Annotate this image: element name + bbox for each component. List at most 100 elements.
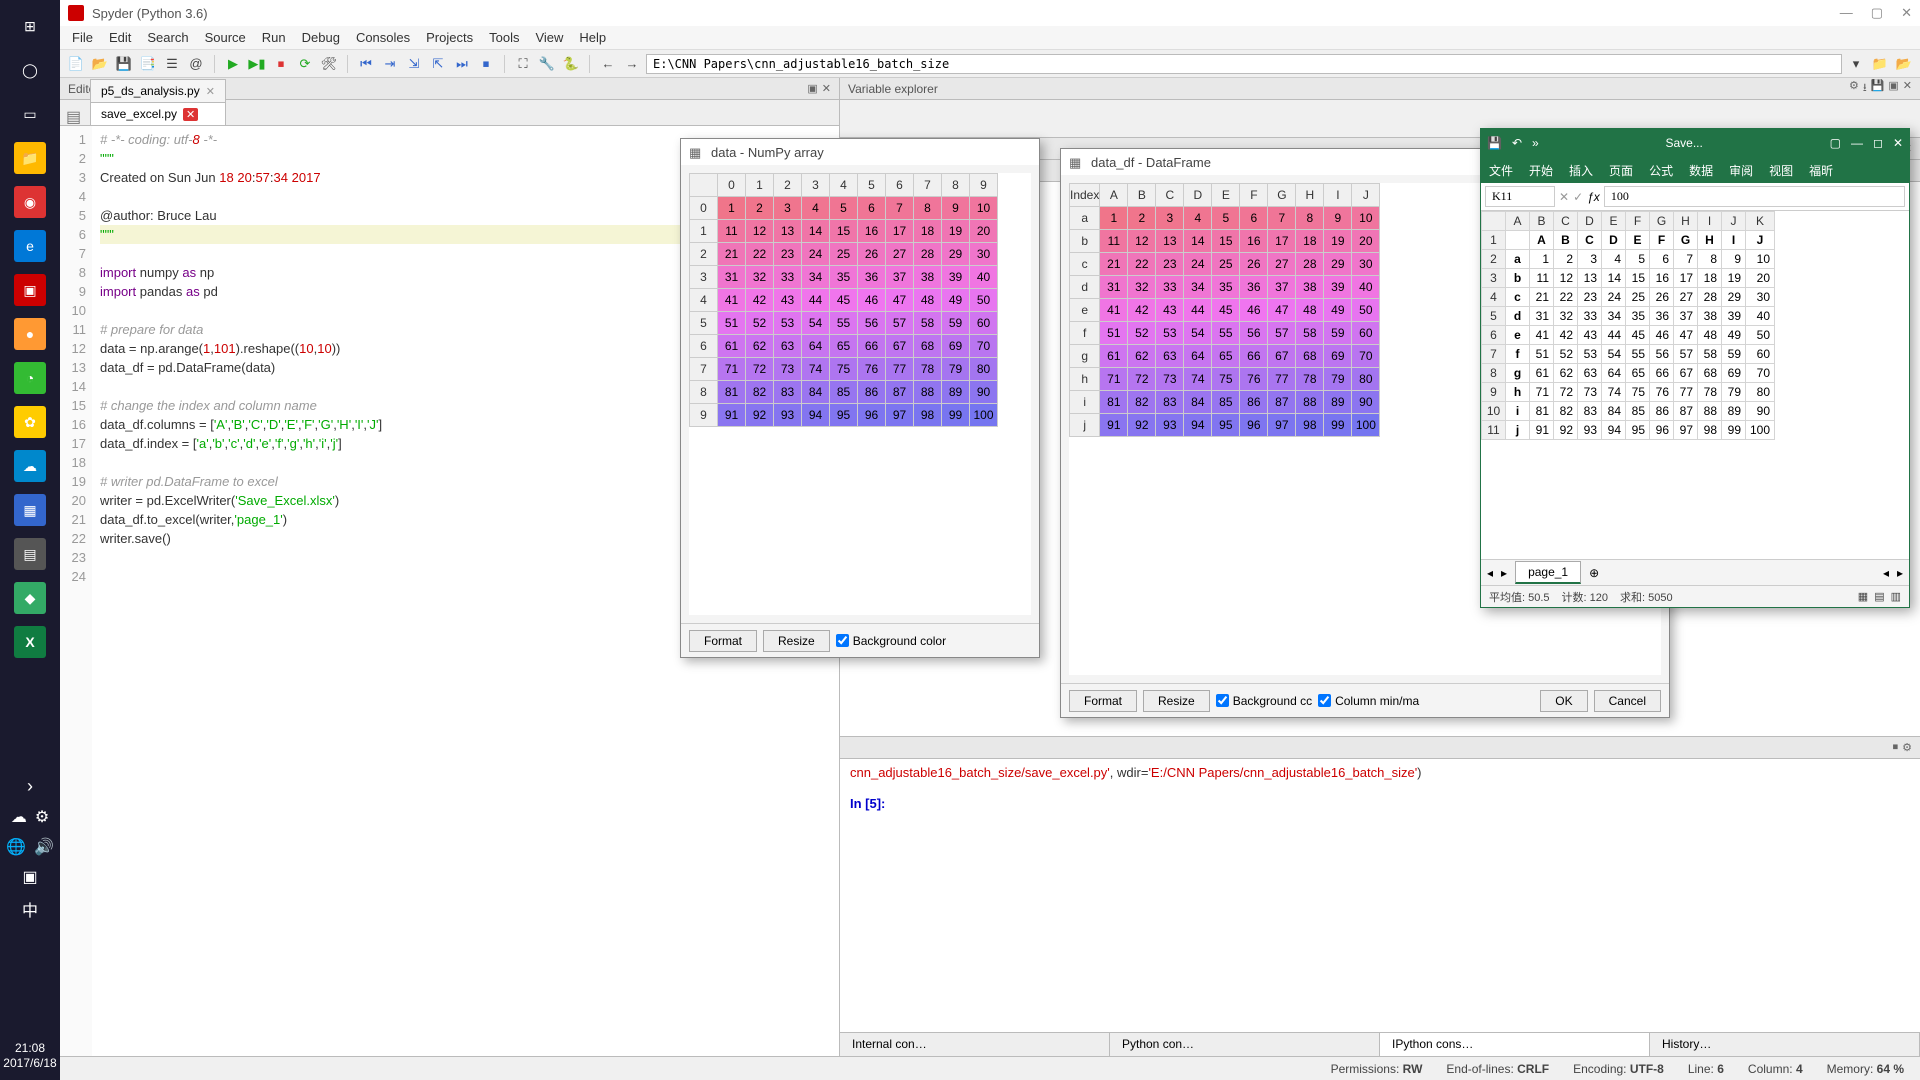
volume-icon[interactable]: 🔊 <box>34 837 54 857</box>
bgcolor-checkbox[interactable]: Background color <box>836 634 946 648</box>
menu-edit[interactable]: Edit <box>109 30 131 45</box>
expand-icon[interactable]: › <box>27 776 33 797</box>
console-tab[interactable]: IPython cons… <box>1380 1033 1650 1056</box>
dataframe-table[interactable]: IndexABCDEFGHIJa12345678910b111213141516… <box>1069 183 1380 437</box>
save-all-icon[interactable]: 📑 <box>138 54 158 74</box>
add-sheet-icon[interactable]: ⊕ <box>1589 566 1599 580</box>
excel-undo-icon[interactable]: ↶ <box>1512 136 1522 150</box>
notifications-icon[interactable]: ▣ <box>22 867 37 887</box>
preferences-icon[interactable]: 🔧 <box>537 54 557 74</box>
sheet-tab[interactable]: page_1 <box>1515 561 1581 584</box>
console-tab[interactable]: Python con… <box>1110 1033 1380 1056</box>
excel-close-icon[interactable]: ✕ <box>1893 136 1903 150</box>
ribbon-tab[interactable]: 视图 <box>1761 158 1801 183</box>
ime-icon[interactable]: 中 <box>22 897 38 921</box>
varexp-opts-icon[interactable]: ▣ <box>1888 79 1898 98</box>
close-icon[interactable]: ✕ <box>1901 5 1912 21</box>
varexp-save-icon[interactable]: 💾 <box>1871 79 1885 98</box>
app-icon-4[interactable]: ▦ <box>14 494 46 526</box>
ribbon-tab[interactable]: 数据 <box>1681 158 1721 183</box>
browse-icon[interactable]: 📁 <box>1870 54 1890 74</box>
console-tab[interactable]: Internal con… <box>840 1033 1110 1056</box>
ribbon-tab[interactable]: 福昕 <box>1801 158 1841 183</box>
cloud-icon[interactable]: ☁ <box>11 807 27 827</box>
working-directory[interactable]: E:\CNN Papers\cnn_adjustable16_batch_siz… <box>646 54 1842 74</box>
editor-tab[interactable]: p5_ds_analysis.py✕ <box>90 79 226 102</box>
console-opts-icon[interactable]: ⚙ <box>1902 741 1912 754</box>
menu-consoles[interactable]: Consoles <box>356 30 410 45</box>
ok-button[interactable]: OK <box>1540 690 1587 712</box>
console-tab[interactable]: History… <box>1650 1033 1920 1056</box>
network-icon[interactable]: 🌐 <box>6 837 26 857</box>
pythonpath-icon[interactable]: 🐍 <box>561 54 581 74</box>
path-dropdown-icon[interactable]: ▾ <box>1846 54 1866 74</box>
ribbon-tab[interactable]: 插入 <box>1561 158 1601 183</box>
editor-tab[interactable]: save_excel.py✕ <box>90 102 226 125</box>
menu-projects[interactable]: Projects <box>426 30 473 45</box>
console-stop-icon[interactable]: ⏹ <box>1893 741 1899 754</box>
ribbon-tab[interactable]: 审阅 <box>1721 158 1761 183</box>
tab-list-icon[interactable]: ▤ <box>66 107 84 125</box>
scroll-right-icon[interactable]: ▸ <box>1897 566 1903 580</box>
parent-dir-icon[interactable]: 📂 <box>1894 54 1914 74</box>
goto-icon[interactable]: @ <box>186 54 206 74</box>
edge-icon[interactable]: e <box>14 230 46 262</box>
ribbon-tab[interactable]: 文件 <box>1481 158 1521 183</box>
varexp-refresh-icon[interactable]: ⚙ <box>1849 79 1859 98</box>
maximize-pane-icon[interactable]: ⛶ <box>513 54 533 74</box>
numpy-table[interactable]: 0123456789012345678910111121314151617181… <box>689 173 998 427</box>
close-tab-icon[interactable]: ✕ <box>206 85 215 98</box>
formula-input[interactable]: 100 <box>1604 186 1905 207</box>
debug-config-icon[interactable]: 🛠 <box>319 54 339 74</box>
view-normal-icon[interactable]: ▦ <box>1858 590 1868 603</box>
ribbon-tab[interactable]: 页面 <box>1601 158 1641 183</box>
scroll-left-icon[interactable]: ◂ <box>1883 566 1889 580</box>
view-break-icon[interactable]: ▥ <box>1891 590 1901 603</box>
stop-icon[interactable]: ⏹ <box>271 54 291 74</box>
cell-reference[interactable]: K11 <box>1485 186 1555 207</box>
menu-file[interactable]: File <box>72 30 93 45</box>
close-tab-icon[interactable]: ✕ <box>183 108 198 121</box>
sheet-next-icon[interactable]: ▸ <box>1501 566 1507 580</box>
save-icon[interactable]: 💾 <box>114 54 134 74</box>
onedrive-icon[interactable]: ☁ <box>14 450 46 482</box>
debug-out-icon[interactable]: ⇱ <box>428 54 448 74</box>
view-layout-icon[interactable]: ▤ <box>1874 590 1884 603</box>
excel-min-icon[interactable]: — <box>1851 136 1863 150</box>
menu-view[interactable]: View <box>535 30 563 45</box>
format-button[interactable]: Format <box>689 630 757 652</box>
debug-stop-icon[interactable]: ⏹ <box>476 54 496 74</box>
fx-confirm-icon[interactable]: ✓ <box>1573 190 1583 204</box>
sheet-prev-icon[interactable]: ◂ <box>1487 566 1493 580</box>
menu-source[interactable]: Source <box>205 30 246 45</box>
ribbon-tab[interactable]: 公式 <box>1641 158 1681 183</box>
excel-restore-icon[interactable]: ▢ <box>1830 136 1841 150</box>
excel-more-icon[interactable]: » <box>1532 136 1539 150</box>
forward-icon[interactable]: → <box>622 54 642 74</box>
debug-into-icon[interactable]: ⇥ <box>380 54 400 74</box>
debug-step-icon[interactable]: ⏮ <box>356 54 376 74</box>
minimize-icon[interactable]: — <box>1840 5 1853 21</box>
open-file-icon[interactable]: 📂 <box>90 54 110 74</box>
chrome-icon[interactable]: ◉ <box>14 186 46 218</box>
pane-opts-icon[interactable]: ▣ <box>807 82 817 95</box>
back-icon[interactable]: ← <box>598 54 618 74</box>
menu-help[interactable]: Help <box>579 30 606 45</box>
app-icon-3[interactable]: ✿ <box>14 406 46 438</box>
new-file-icon[interactable]: 📄 <box>66 54 86 74</box>
wechat-icon[interactable]: ◔ <box>14 362 46 394</box>
debug-cont-icon[interactable]: ⏭ <box>452 54 472 74</box>
excel-max-icon[interactable]: ◻ <box>1873 136 1883 150</box>
cortana-icon[interactable]: ◯ <box>14 54 46 86</box>
menu-tools[interactable]: Tools <box>489 30 519 45</box>
explorer-icon[interactable]: 📁 <box>14 142 46 174</box>
taskbar-clock[interactable]: 21:08 2017/6/18 <box>3 1041 56 1072</box>
colminmax-checkbox[interactable]: Column min/ma <box>1318 694 1419 708</box>
run-sel-icon[interactable]: ⟳ <box>295 54 315 74</box>
cancel-button[interactable]: Cancel <box>1594 690 1661 712</box>
menu-debug[interactable]: Debug <box>302 30 340 45</box>
taskview-icon[interactable]: ▭ <box>14 98 46 130</box>
config-icon[interactable]: ☰ <box>162 54 182 74</box>
excel-grid[interactable]: ABCDEFGHIJK1ABCDEFGHIJ2a123456789103b111… <box>1481 211 1775 440</box>
ribbon-tab[interactable]: 开始 <box>1521 158 1561 183</box>
